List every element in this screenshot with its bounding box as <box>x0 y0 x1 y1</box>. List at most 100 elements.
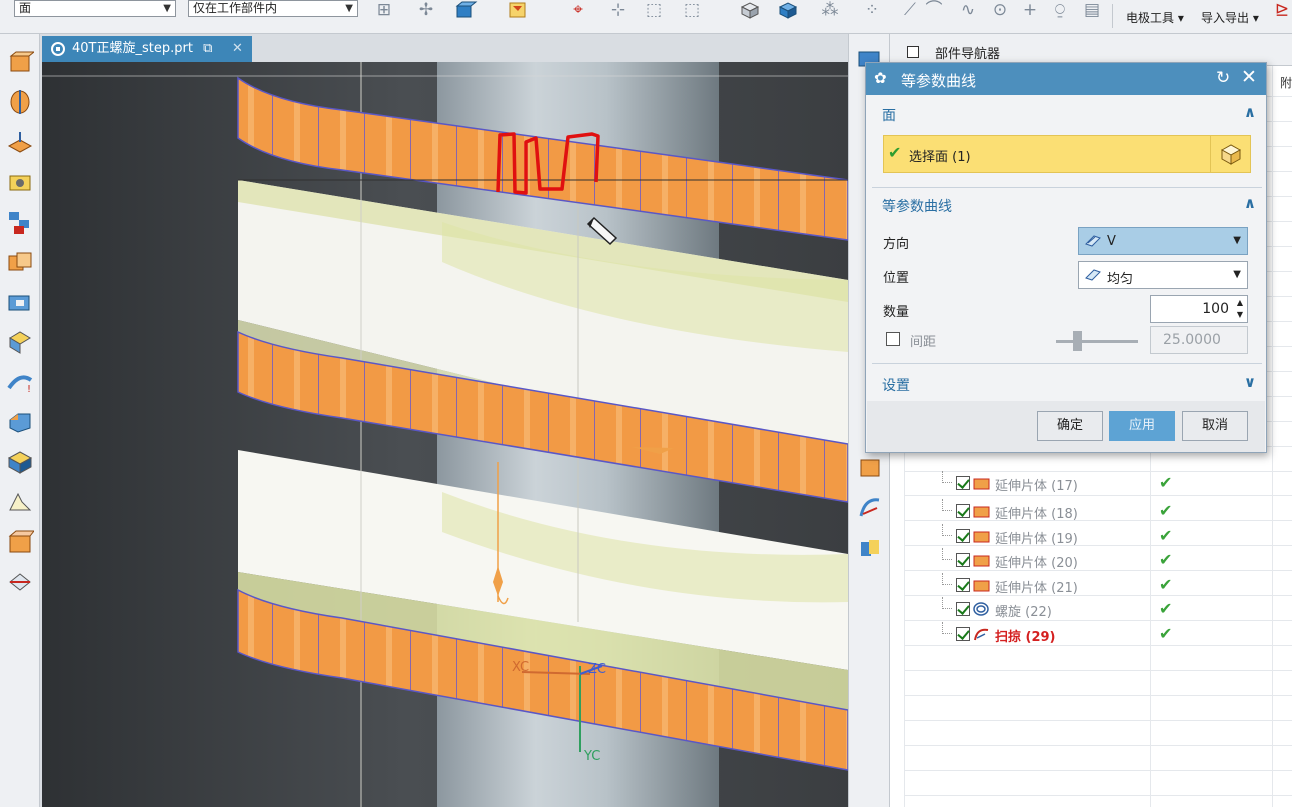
tab-title: 40T正螺旋_step.prt <box>72 41 193 56</box>
electrode-tools-menu[interactable]: 电极工具 ▾ <box>1126 9 1184 26</box>
model-render[interactable]: XC ZC YC <box>42 62 848 807</box>
navigator-checkbox[interactable] <box>907 46 919 58</box>
trim-body-icon[interactable] <box>6 528 34 556</box>
close-icon[interactable]: ✕ <box>232 36 243 62</box>
quick-pick-icon[interactable]: ⊹ <box>606 0 630 22</box>
section-divider <box>872 363 1262 364</box>
spacing-slider[interactable] <box>1056 340 1138 343</box>
unite-icon[interactable] <box>6 248 34 276</box>
chart-icon[interactable]: ⊵ <box>1270 0 1292 22</box>
point-snap-icon[interactable]: ⌖ <box>566 0 590 22</box>
view-orient-icon[interactable]: ⁂ <box>818 0 842 22</box>
section-face-header[interactable]: 面 ∧ <box>872 99 1262 129</box>
hole-icon[interactable] <box>6 168 34 196</box>
select-face-row[interactable]: ✔ 选择面 (1) <box>883 135 1251 173</box>
ok-button[interactable]: 确定 <box>1037 411 1103 441</box>
point-icon[interactable]: + <box>1018 0 1042 22</box>
spacing-label: 间距 <box>910 335 937 350</box>
shell-icon[interactable] <box>6 448 34 476</box>
subtract-icon[interactable] <box>6 288 34 316</box>
reset-icon[interactable]: ↻ <box>1216 68 1230 88</box>
chevron-down-icon: ▼ <box>163 3 171 14</box>
edge-blend-icon[interactable]: ! <box>6 368 34 396</box>
pattern-icon[interactable] <box>6 208 34 236</box>
shaded-edges-icon[interactable] <box>738 0 762 22</box>
thicken-icon[interactable] <box>857 534 883 560</box>
filter-settings-icon[interactable] <box>506 0 530 22</box>
chevron-up-icon: ∧ <box>1243 194 1256 212</box>
snap-point-icon[interactable]: ✢ <box>414 0 438 22</box>
feature-group-icon[interactable] <box>454 0 478 22</box>
visibility-checkbox[interactable] <box>956 553 970 567</box>
direction-select[interactable]: V ▼ <box>1078 227 1248 255</box>
rectangle-select-icon[interactable]: ⬚ <box>680 0 704 22</box>
revolve-icon[interactable] <box>6 88 34 116</box>
axis-xc-label: XC <box>512 660 529 675</box>
chamfer-icon[interactable] <box>6 408 34 436</box>
visibility-checkbox[interactable] <box>956 602 970 616</box>
cancel-button[interactable]: 取消 <box>1182 411 1248 441</box>
dialog-titlebar[interactable]: ✿ 等参数曲线 ↻ ✕ <box>866 63 1266 95</box>
chevron-down-icon: ▼ <box>1233 269 1241 280</box>
spacing-checkbox[interactable] <box>886 332 900 346</box>
tree-row[interactable]: 螺旋 (22) ✔ <box>904 597 1292 621</box>
tree-connector <box>942 499 952 511</box>
circle-icon[interactable]: ⊙ <box>988 0 1012 22</box>
left-feature-toolbar: ! <box>0 34 40 807</box>
visibility-checkbox[interactable] <box>956 529 970 543</box>
position-value: 均匀 <box>1107 272 1134 287</box>
shaded-icon[interactable] <box>776 0 800 22</box>
tree-row[interactable]: 延伸片体 (18) ✔ <box>904 499 1292 523</box>
grid-line <box>904 720 1292 721</box>
count-stepper[interactable]: 100 ▲ ▼ <box>1150 295 1248 323</box>
tree-row[interactable]: 延伸片体 (17) ✔ <box>904 471 1292 495</box>
arc-icon[interactable]: ⌒ <box>922 0 946 22</box>
visibility-checkbox[interactable] <box>956 504 970 518</box>
history-icon[interactable] <box>857 454 883 480</box>
selection-filter-select[interactable]: 面 ▼ <box>14 0 176 17</box>
dialog-title: 等参数曲线 <box>901 72 977 90</box>
cube-icon <box>1220 144 1242 165</box>
tree-row[interactable]: 延伸片体 (21) ✔ <box>904 573 1292 597</box>
spline-icon[interactable]: ∿ <box>956 0 980 22</box>
sweep-icon[interactable] <box>857 494 883 520</box>
table-icon[interactable]: ▤ <box>1080 0 1104 22</box>
import-export-menu[interactable]: 导入导出 ▾ <box>1201 9 1259 26</box>
section-curve-header[interactable]: 等参数曲线 ∧ <box>872 190 1262 220</box>
stepper-down-icon[interactable]: ▼ <box>1237 310 1243 319</box>
measure-icon[interactable]: ⍜ <box>1048 0 1072 22</box>
tree-row[interactable]: 延伸片体 (20) ✔ <box>904 548 1292 572</box>
graphics-viewport[interactable]: XC ZC YC <box>42 62 848 807</box>
view-triad-icon[interactable]: ⁘ <box>860 0 884 22</box>
tab-document[interactable]: 40T正螺旋_step.prt ⧉ ✕ <box>42 36 252 62</box>
offset-face-icon[interactable] <box>6 128 34 156</box>
stepper-up-icon[interactable]: ▲ <box>1237 298 1243 307</box>
draft-icon[interactable] <box>6 488 34 516</box>
apply-button[interactable]: 应用 <box>1109 411 1175 441</box>
tree-row[interactable]: 扫掠 (29) ✔ <box>904 622 1292 646</box>
tree-row[interactable]: 延伸片体 (19) ✔ <box>904 524 1292 548</box>
general-selection-icon[interactable]: ⊞ <box>372 0 396 22</box>
position-select[interactable]: 均匀 ▼ <box>1078 261 1248 289</box>
split-body-icon[interactable] <box>6 568 34 596</box>
intersect-icon[interactable] <box>6 328 34 356</box>
close-icon[interactable]: ✕ <box>1241 66 1257 88</box>
face-select-button[interactable] <box>1210 136 1250 172</box>
section-settings-header[interactable]: 设置 ∨ <box>872 369 1262 399</box>
visibility-checkbox[interactable] <box>956 476 970 490</box>
count-label: 数量 <box>883 305 910 320</box>
tree-connector <box>942 573 952 585</box>
box-select-icon[interactable]: ⬚ <box>642 0 666 22</box>
extend-sheet-icon <box>973 580 990 592</box>
grid-line <box>904 795 1292 796</box>
section-settings-title: 设置 <box>882 378 910 394</box>
tree-connector <box>942 471 952 483</box>
spacing-slider-thumb[interactable] <box>1073 331 1082 351</box>
line-icon[interactable]: ⟋ <box>898 0 922 22</box>
spacing-input[interactable]: 25.0000 <box>1150 326 1248 354</box>
selection-scope-select[interactable]: 仅在工作部件内 ▼ <box>188 0 358 17</box>
visibility-checkbox[interactable] <box>956 578 970 592</box>
visibility-checkbox[interactable] <box>956 627 970 641</box>
section-curve-title: 等参数曲线 <box>882 199 952 215</box>
extrude-icon[interactable] <box>6 48 34 76</box>
